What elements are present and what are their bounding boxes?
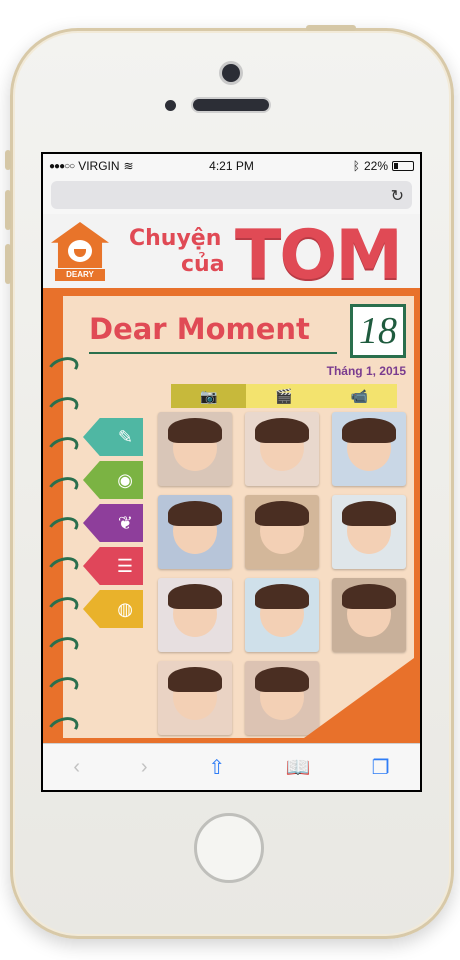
photo-thumbnail[interactable] [245,578,319,652]
device-screen: ●●●○○ VIRGIN ≋ 4:21 PM ᛒ 22% ↻ DEARY Chu… [41,152,422,792]
bookmarks-icon[interactable]: 📖 [286,755,311,780]
globe-icon: ◍ [117,598,133,619]
tabs-icon[interactable]: ❐ [372,755,390,780]
deary-logo[interactable]: DEARY [51,222,109,282]
tab-clips[interactable]: 🎬 [246,384,322,408]
clipboard-icon: ☰ [116,555,133,576]
home-button[interactable] [194,813,264,883]
edit-icon: ✎ [117,426,133,447]
bluetooth-icon: ᛒ [352,159,360,173]
forward-icon[interactable]: › [141,756,148,779]
camera-icon: ◉ [117,469,133,490]
tag-checklist[interactable]: ☰ [83,547,143,585]
battery-icon [392,161,414,171]
tag-world[interactable]: ◍ [83,590,143,628]
notebook-background: Dear Moment 18 Tháng 1, 2015 📷 🎬 📹 ✎ ◉ ❦… [43,288,420,744]
day-number-box: 18 [350,304,406,358]
laurel-icon: ❦ [117,512,133,533]
title-underline [89,352,337,354]
tab-videos[interactable]: 📹 [321,384,397,408]
status-bar: ●●●○○ VIRGIN ≋ 4:21 PM ᛒ 22% [43,154,420,178]
section-title: Dear Moment [89,312,310,346]
front-camera [222,64,240,82]
reload-icon[interactable]: ↻ [391,186,404,206]
earpiece-speaker [193,99,269,111]
volume-up-button [5,190,11,230]
mute-switch [5,150,11,170]
address-bar[interactable]: ↻ [51,181,412,209]
photo-thumbnail[interactable] [332,495,406,569]
site-header: DEARY Chuyện của TOM [43,214,420,295]
battery-percent: 22% [363,159,388,173]
tag-photos[interactable]: ◉ [83,461,143,499]
volume-down-button [5,244,11,284]
status-right: ᛒ 22% [353,159,414,173]
screen-content: ●●●○○ VIRGIN ≋ 4:21 PM ᛒ 22% ↻ DEARY Chu… [43,154,420,790]
tab-photos[interactable]: 📷 [171,384,247,408]
logo-text: DEARY [55,269,105,281]
photo-thumbnail[interactable] [158,495,232,569]
photo-thumbnail[interactable] [332,412,406,486]
photo-thumbnail[interactable] [158,578,232,652]
power-button [306,25,356,31]
photo-grid [158,412,408,735]
title-line-2: của [181,252,225,277]
month-label: Tháng 1, 2015 [326,364,406,378]
notebook-page: Dear Moment 18 Tháng 1, 2015 📷 🎬 📹 ✎ ◉ ❦… [63,296,414,738]
camera-icon: 📷 [199,387,218,404]
photo-thumbnail[interactable] [158,661,232,735]
browser-toolbar: ‹ › ⇧ 📖 ❐ [43,743,420,790]
tag-notes[interactable]: ✎ [83,418,143,456]
web-content: DEARY Chuyện của TOM Dear Moment 18 Thán… [43,214,420,744]
video-camera-icon: 📹 [350,387,369,404]
photo-thumbnail[interactable] [158,412,232,486]
clapperboard-icon: 🎬 [275,387,293,404]
address-bar-container: ↻ [43,178,420,214]
smile-logo-icon [68,240,92,262]
share-icon[interactable]: ⇧ [208,755,225,780]
photo-thumbnail[interactable] [245,412,319,486]
title-name: TOM [235,216,403,295]
photo-thumbnail[interactable] [332,578,406,652]
media-tabs: 📷 🎬 📹 [171,384,397,408]
category-tags: ✎ ◉ ❦ ☰ ◍ [83,418,143,633]
proximity-sensor [165,100,176,111]
photo-thumbnail[interactable] [245,495,319,569]
title-line-1: Chuyện [129,226,222,251]
photo-thumbnail[interactable] [245,661,319,735]
back-icon[interactable]: ‹ [73,756,80,779]
tag-achievements[interactable]: ❦ [83,504,143,542]
